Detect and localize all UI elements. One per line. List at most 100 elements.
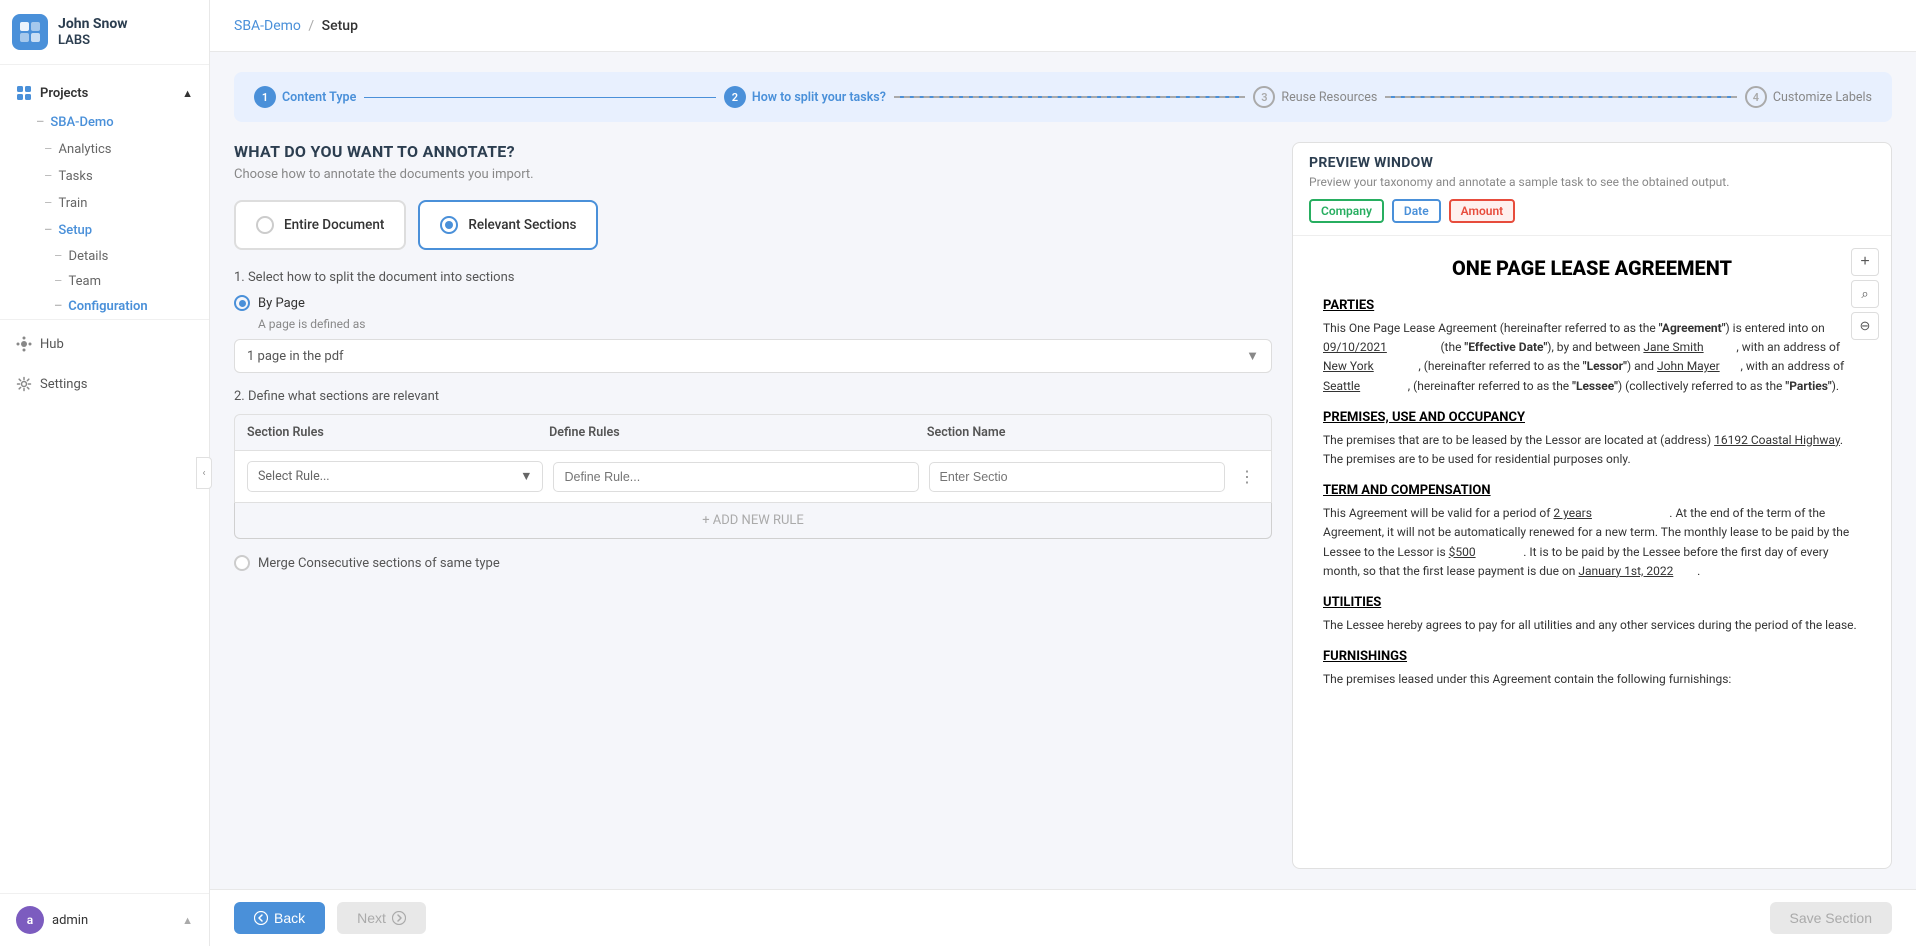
merge-row: Merge Consecutive sections of same type [234, 555, 1272, 571]
sidebar-collapse-button[interactable]: ‹ [196, 457, 212, 489]
projects-icon [16, 85, 32, 101]
back-button[interactable]: Back [234, 902, 325, 934]
step-1-circle: 1 [254, 86, 276, 108]
logo-icon [12, 14, 48, 50]
sidebar-item-settings[interactable]: Settings [0, 368, 209, 400]
zoom-controls: + ⌕ ⊖ [1851, 248, 1879, 340]
sidebar-item-hub[interactable]: Hub [0, 328, 209, 360]
preview-window: PREVIEW WINDOW Preview your taxonomy and… [1292, 142, 1892, 869]
step-connector-3 [1385, 96, 1737, 98]
step-2-label: How to split your tasks? [752, 90, 886, 105]
zoom-fit-button[interactable]: ⌕ [1851, 280, 1879, 308]
step-1-label: Content Type [282, 90, 356, 105]
chevron-down-icon: ▼ [1246, 348, 1259, 364]
avatar: a [16, 906, 44, 934]
define-rule-input[interactable] [553, 462, 918, 492]
sidebar-item-setup[interactable]: Setup [0, 217, 209, 244]
parties-content: This One Page Lease Agreement (hereinaft… [1323, 319, 1861, 396]
split-section: 1. Select how to split the document into… [234, 270, 1272, 373]
breadcrumb-project-link[interactable]: SBA-Demo [234, 18, 301, 34]
preview-title: PREVIEW WINDOW [1309, 155, 1875, 171]
sidebar-item-details[interactable]: Details [0, 244, 209, 269]
term-content: This Agreement will be valid for a perio… [1323, 504, 1861, 581]
rules-table-header: Section Rules Define Rules Section Name [234, 414, 1272, 451]
split-label: 1. Select how to split the document into… [234, 270, 1272, 285]
enter-section-input[interactable] [929, 462, 1225, 492]
select-rule-dropdown[interactable]: Select Rule... ▼ [247, 461, 543, 492]
premises-heading: PREMISES, USE AND OCCUPANCY [1323, 410, 1861, 425]
logo-text: John Snow LABS [58, 16, 128, 48]
step-3-circle: 3 [1253, 86, 1275, 108]
relevant-sections-option[interactable]: Relevant Sections [418, 200, 598, 250]
merge-radio[interactable] [234, 555, 250, 571]
step-connector-2 [894, 96, 1246, 98]
furnishings-heading: FURNISHINGS [1323, 649, 1861, 664]
back-icon [254, 911, 268, 925]
projects-nav-group[interactable]: Projects ▲ [0, 77, 209, 109]
sidebar-item-train[interactable]: Train [0, 190, 209, 217]
preview-panel: PREVIEW WINDOW Preview your taxonomy and… [1292, 142, 1892, 869]
page-hint: A page is defined as [258, 317, 1272, 331]
chevron-down-icon: ▼ [520, 469, 532, 484]
next-button[interactable]: Next [337, 902, 426, 934]
by-page-radio-row: By Page [234, 295, 1272, 311]
step-3: 3 Reuse Resources [1253, 86, 1377, 108]
step-2: 2 How to split your tasks? [724, 86, 886, 108]
step-4-label: Customize Labels [1773, 90, 1872, 105]
page-dropdown-wrapper: 1 page in the pdf ▼ [234, 339, 1272, 373]
step-connector-1 [364, 97, 716, 98]
annotate-title: WHAT DO YOU WANT TO ANNOTATE? [234, 142, 1272, 161]
step-1: 1 Content Type [254, 86, 356, 108]
logo: John Snow LABS [0, 0, 209, 65]
parties-heading: PARTIES [1323, 298, 1861, 313]
by-page-radio[interactable] [234, 295, 250, 311]
preview-tags: Company Date Amount [1309, 199, 1875, 223]
sidebar-item-configuration[interactable]: Configuration [0, 294, 209, 319]
save-section-button[interactable]: Save Section [1770, 902, 1893, 934]
sidebar-item-team[interactable]: Team [0, 269, 209, 294]
step-4: 4 Customize Labels [1745, 86, 1872, 108]
entire-document-option[interactable]: Entire Document [234, 200, 406, 250]
page-dropdown[interactable]: 1 page in the pdf ▼ [234, 339, 1272, 373]
define-label: 2. Define what sections are relevant [234, 389, 1272, 404]
admin-label: admin [52, 913, 174, 928]
entire-document-radio[interactable] [256, 216, 274, 234]
steps-bar: 1 Content Type 2 How to split your tasks… [234, 72, 1892, 122]
merge-label: Merge Consecutive sections of same type [258, 556, 500, 571]
utilities-heading: UTILITIES [1323, 595, 1861, 610]
annotation-options: Entire Document Relevant Sections [234, 200, 1272, 250]
term-heading: TERM AND COMPENSATION [1323, 483, 1861, 498]
utilities-content: The Lessee hereby agrees to pay for all … [1323, 616, 1861, 635]
bottom-bar: Back Next Save Section [210, 889, 1916, 946]
step-3-label: Reuse Resources [1281, 90, 1377, 105]
preview-subtitle: Preview your taxonomy and annotate a sam… [1309, 175, 1875, 189]
annotate-subtitle: Choose how to annotate the documents you… [234, 167, 1272, 182]
rules-table-row: Select Rule... ▼ ⋮ [234, 451, 1272, 503]
sidebar-item-analytics[interactable]: Analytics [0, 136, 209, 163]
topbar: SBA-Demo / Setup [210, 0, 1916, 52]
furnishings-content: The premises leased under this Agreement… [1323, 670, 1861, 689]
annotate-left-panel: WHAT DO YOU WANT TO ANNOTATE? Choose how… [234, 142, 1272, 869]
step-2-circle: 2 [724, 86, 746, 108]
content-area: 1 Content Type 2 How to split your tasks… [210, 52, 1916, 889]
annotate-section: WHAT DO YOU WANT TO ANNOTATE? Choose how… [234, 142, 1892, 869]
user-profile[interactable]: a admin ▲ [0, 893, 209, 946]
breadcrumb: SBA-Demo / Setup [234, 18, 358, 34]
sidebar-item-sba-demo[interactable]: SBA-Demo [0, 109, 209, 136]
by-page-label: By Page [258, 296, 305, 311]
projects-label: Projects [40, 86, 88, 101]
hub-icon [16, 336, 32, 352]
tag-date: Date [1392, 199, 1441, 223]
zoom-in-button[interactable]: + [1851, 248, 1879, 276]
tag-amount: Amount [1449, 199, 1516, 223]
chevron-up-icon: ▲ [182, 914, 193, 927]
next-icon [392, 911, 406, 925]
sidebar-item-tasks[interactable]: Tasks [0, 163, 209, 190]
relevant-sections-radio[interactable] [440, 216, 458, 234]
tag-company: Company [1309, 199, 1384, 223]
zoom-out-button[interactable]: ⊖ [1851, 312, 1879, 340]
preview-header: PREVIEW WINDOW Preview your taxonomy and… [1293, 143, 1891, 236]
row-actions-button[interactable]: ⋮ [1235, 465, 1259, 489]
step-4-circle: 4 [1745, 86, 1767, 108]
settings-icon [16, 376, 32, 392]
